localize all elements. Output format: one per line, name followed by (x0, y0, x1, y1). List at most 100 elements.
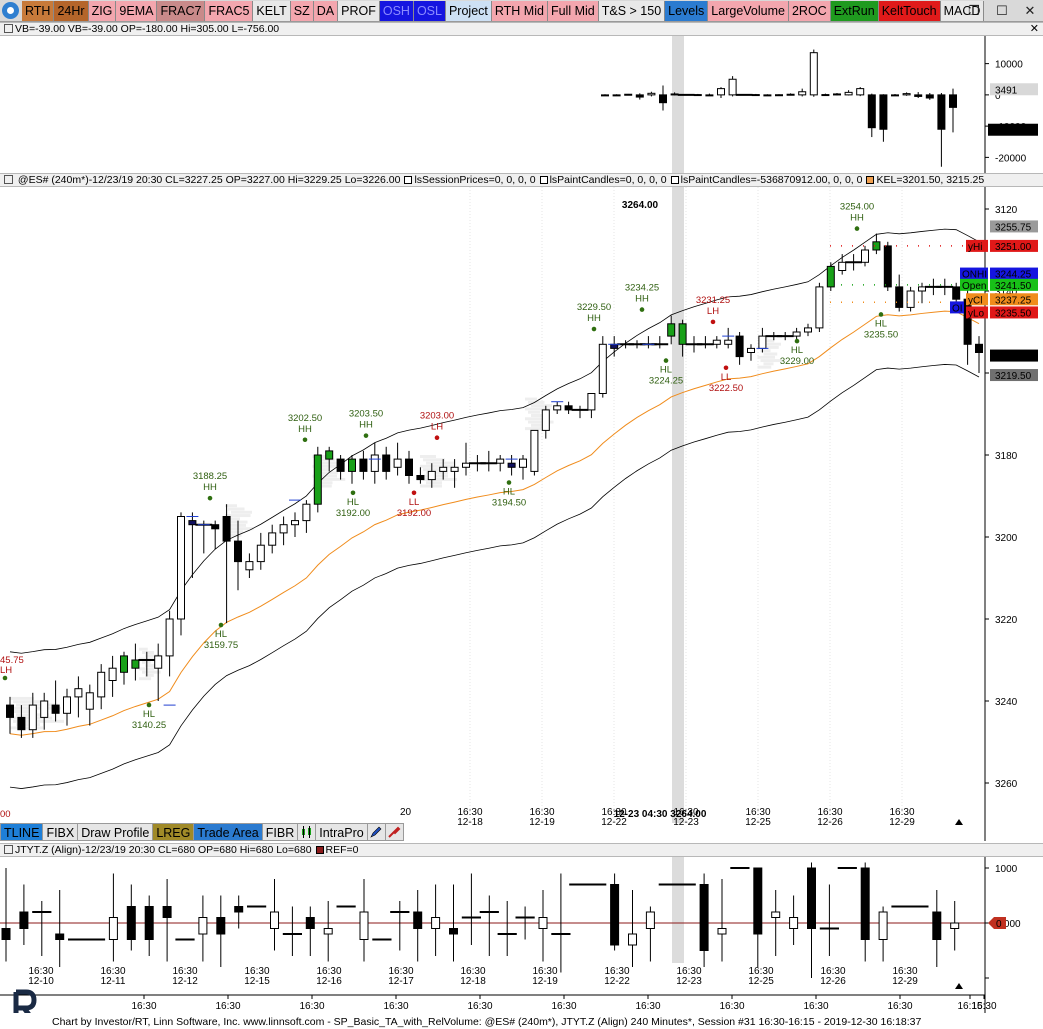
swing-label: LH (707, 306, 719, 317)
swing-label: HH (850, 213, 864, 224)
draw-tool-fibx[interactable]: FIBX (43, 823, 79, 841)
swing-label: HH (587, 313, 601, 324)
candle (925, 93, 934, 100)
chart-footer: Chart by Investor/RT, Linn Software, Inc… (0, 1013, 1043, 1029)
candle (763, 94, 772, 97)
draw-tool-intrapro[interactable]: IntraPro (316, 823, 368, 841)
price-candle (291, 512, 299, 537)
draw-tool-fibr[interactable]: FIBR (262, 823, 299, 841)
level-tag: ONHI (960, 267, 988, 281)
candle (1, 868, 11, 962)
jtyt-pane-header: JTYT.Z (Align)-12/23/19 20:30 CL=680 OP=… (0, 843, 1043, 857)
toolbar-button-9ema[interactable]: 9EMA (116, 1, 158, 21)
draw-tool-lreg[interactable]: LREG (153, 823, 195, 841)
candle (624, 93, 633, 96)
close-icon[interactable]: ✕ (1030, 23, 1039, 35)
toolbar-button-extrun[interactable]: ExtRun (830, 1, 879, 21)
y-tick-label: 3220 (995, 615, 1018, 626)
pane-checkbox[interactable] (4, 24, 13, 33)
toolbar-button-full-mid[interactable]: Full Mid (547, 1, 599, 21)
draw-tool-tline[interactable]: TLINE (0, 823, 44, 841)
toolbar-button-24hr[interactable]: 24Hr (54, 1, 89, 21)
swing-label: HL (143, 709, 155, 720)
swing-point-marker (878, 312, 884, 317)
toolbar-button-zig[interactable]: ZIG (88, 1, 117, 21)
candle (55, 890, 65, 967)
price-candle (651, 336, 669, 349)
toolbar-button-da[interactable]: DA (313, 1, 339, 21)
toolbar-button-kelt[interactable]: KELT (253, 1, 291, 21)
candle (538, 890, 548, 962)
toolbar-button-project[interactable]: Project (445, 1, 492, 21)
price-candle (792, 327, 801, 341)
price-candle (861, 245, 869, 267)
candle-tool-icon[interactable] (298, 823, 317, 841)
pane-checkbox[interactable] (4, 845, 13, 854)
restore-icon[interactable]: ❐ (967, 1, 981, 21)
swing-label: 3234.25 (625, 283, 659, 294)
price-candle (747, 344, 755, 361)
jtyt-pane: JTYT.Z (Align)-12/23/19 20:30 CL=680 OP=… (0, 843, 1043, 1013)
toolbar-button-prof[interactable]: PROF (338, 1, 380, 21)
pencil-icon[interactable] (367, 823, 386, 841)
price-candle (131, 643, 140, 681)
swing-label: 3229.50 (577, 302, 611, 313)
swing-label: 3202.50 (288, 413, 322, 424)
app-logo-icon[interactable] (2, 2, 19, 19)
level-tag-text: OI (952, 303, 963, 314)
pane-checkbox[interactable] (4, 175, 13, 184)
price-candle (872, 233, 881, 255)
toolbar-button-rth[interactable]: RTH (22, 1, 55, 21)
price-candle (245, 553, 254, 578)
toolbar-button-frac5[interactable]: FRAC5 (205, 1, 254, 21)
toolbar-button-rth-mid[interactable]: RTH Mid (491, 1, 548, 21)
price-chart: 326032403220320031803160314031203188.25H… (0, 187, 1038, 841)
toolbar-button-kelttouch[interactable]: KeltTouch (878, 1, 941, 21)
toolbar-button-osh[interactable]: OSH (379, 1, 414, 21)
toolbar-button-sz[interactable]: SZ (290, 1, 314, 21)
bottom-axis-label: 16:30 (467, 1001, 492, 1012)
candle (950, 901, 960, 951)
candle (753, 867, 763, 967)
price-pane-header: @ES# (240m*)-12/23/19 20:30 CL=3227.25 O… (0, 173, 1043, 187)
price-candle (496, 455, 505, 472)
swing-point-marker (146, 702, 152, 708)
x-tick-date: 12-23 (673, 817, 699, 828)
candle (126, 884, 136, 951)
maximize-icon[interactable]: ☐ (995, 1, 1009, 21)
swing-point-marker (506, 480, 512, 485)
x-tick-date: 12-18 (460, 976, 486, 987)
x-tick-date: 12-23 (676, 976, 702, 987)
toolbar-button-largevolume[interactable]: LargeVolume (708, 1, 789, 21)
close-icon[interactable]: ✕ (1023, 1, 1037, 21)
price-candle (906, 286, 915, 312)
candle (610, 873, 620, 951)
clipped-swing-label: LH (0, 665, 12, 676)
candle (234, 895, 244, 929)
level-tag-text: yLo (968, 308, 985, 319)
draw-tool-trade-area[interactable]: Trade Area (194, 823, 263, 841)
window-controls: ❐ ☐ ✕ (967, 1, 1037, 21)
price-candle (564, 401, 573, 414)
price-badge-text: 3235.50 (995, 308, 1032, 319)
price-candle (883, 241, 892, 291)
toolbar-button-levels[interactable]: Levels (665, 1, 709, 21)
candle (949, 88, 957, 133)
swing-point-marker (723, 365, 729, 371)
bottom-axis-label: 16:30 (383, 1001, 408, 1012)
vb-header-text: VB=-39.00 VB=-39.00 OP=-180.00 Hi=305.00… (15, 23, 280, 35)
bottom-axis-label: 16:30 (635, 1001, 660, 1012)
swing-label: 3203.50 (349, 409, 383, 420)
price-candle (712, 336, 721, 349)
series-color-swatch (539, 176, 548, 184)
toolbar-button-osl[interactable]: OSL (413, 1, 446, 21)
toolbar-button-2roc[interactable]: 2ROC (788, 1, 831, 21)
draw-tool-draw-profile[interactable]: Draw Profile (78, 823, 154, 841)
swing-label: 3224.25 (649, 376, 683, 387)
toolbar-button-t-s-150[interactable]: T&S > 150 (598, 1, 666, 21)
color-picker-icon[interactable] (385, 823, 404, 841)
candle (809, 49, 818, 97)
candle (844, 90, 853, 96)
toolbar-button-frac7[interactable]: FRAC7 (157, 1, 206, 21)
candle (856, 87, 865, 97)
